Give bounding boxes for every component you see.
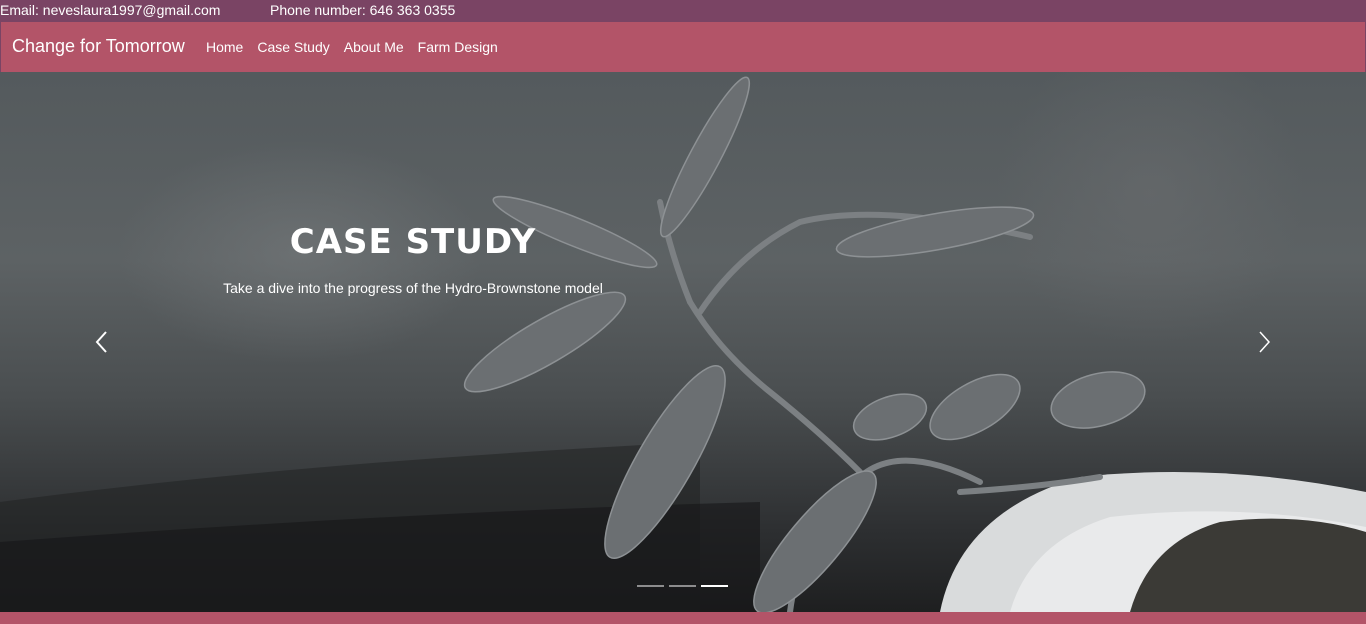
chevron-left-icon (95, 331, 107, 353)
carousel-indicator[interactable] (669, 585, 696, 587)
nav-link-about-me[interactable]: About Me (344, 39, 404, 55)
hero-carousel: CASE STUDY Take a dive into the progress… (0, 72, 1366, 612)
carousel-indicator[interactable] (637, 585, 664, 587)
hero-title: CASE STUDY (289, 222, 537, 262)
seedling-photo (0, 76, 1366, 612)
nav-link-home[interactable]: Home (206, 39, 243, 55)
footer-strip (0, 612, 1366, 624)
carousel-indicators (637, 585, 733, 587)
navbar: Change for Tomorrow Home Case Study Abou… (0, 22, 1366, 72)
contact-email: Email: neveslaura1997@gmail.com (0, 2, 221, 18)
nav-link-farm-design[interactable]: Farm Design (418, 39, 498, 55)
contact-phone: Phone number: 646 363 0355 (270, 2, 456, 18)
carousel-caption: CASE STUDY Take a dive into the progress… (213, 220, 613, 296)
nav-link-case-study[interactable]: Case Study (257, 39, 329, 55)
carousel-next-button[interactable] (1251, 330, 1275, 354)
carousel-prev-button[interactable] (91, 330, 115, 354)
brand-link[interactable]: Change for Tomorrow (12, 36, 185, 57)
hero-subtitle: Take a dive into the progress of the Hyd… (223, 280, 603, 296)
nav-links: Home Case Study About Me Farm Design (206, 39, 512, 55)
chevron-right-icon (1259, 331, 1271, 353)
contact-bar: Email: neveslaura1997@gmail.com Phone nu… (0, 0, 1366, 22)
carousel-indicator-active[interactable] (701, 585, 728, 587)
